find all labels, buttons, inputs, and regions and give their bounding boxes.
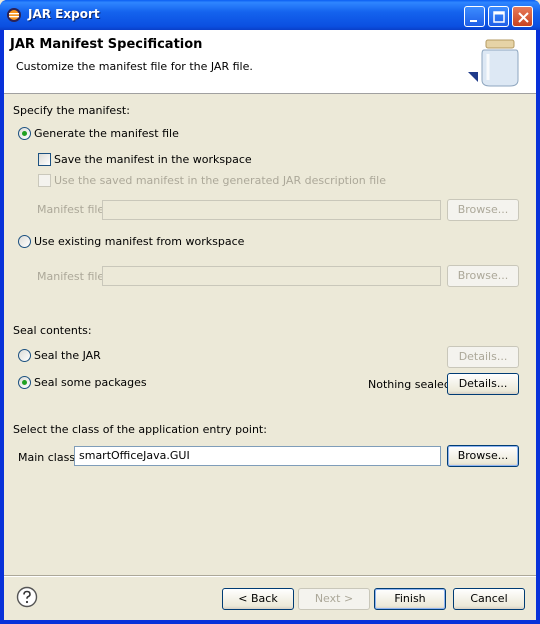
- dialog-client-area: JAR Manifest Specification Customize the…: [4, 30, 536, 620]
- window-title: JAR Export: [28, 7, 100, 21]
- manifest-file-input-2: [102, 266, 441, 286]
- seal-jar-details-button: Details...: [447, 346, 519, 368]
- wizard-content: Specify the manifest: Generate the manif…: [4, 96, 536, 566]
- manifest-file-input-1: [102, 200, 441, 220]
- save-manifest-label[interactable]: Save the manifest in the workspace: [54, 153, 252, 166]
- seal-some-details-button[interactable]: Details...: [447, 373, 519, 395]
- seal-jar-label[interactable]: Seal the JAR: [34, 349, 101, 362]
- browse-button-1: Browse...: [447, 199, 519, 221]
- maximize-button[interactable]: [488, 6, 509, 27]
- next-button: Next >: [298, 588, 370, 610]
- close-icon: [518, 12, 529, 23]
- minimize-button[interactable]: [464, 6, 485, 27]
- page-title: JAR Manifest Specification: [10, 37, 203, 52]
- finish-button[interactable]: Finish: [374, 588, 446, 610]
- existing-manifest-radio[interactable]: [18, 235, 31, 248]
- manifest-file-label-2: Manifest file:: [37, 270, 108, 283]
- footer-separator: [4, 575, 536, 577]
- jar-icon: [468, 39, 519, 87]
- generate-manifest-radio[interactable]: [18, 127, 31, 140]
- manifest-file-label-1: Manifest file:: [37, 203, 108, 216]
- wizard-banner: JAR Manifest Specification Customize the…: [4, 30, 536, 94]
- main-class-label: Main class:: [18, 451, 79, 464]
- seal-status-text: Nothing sealed: [368, 378, 451, 391]
- seal-contents-label: Seal contents:: [13, 324, 92, 337]
- page-description: Customize the manifest file for the JAR …: [16, 60, 253, 73]
- main-class-browse-button[interactable]: Browse...: [447, 445, 519, 467]
- existing-manifest-label[interactable]: Use existing manifest from workspace: [34, 235, 244, 248]
- generate-manifest-label[interactable]: Generate the manifest file: [34, 127, 179, 140]
- help-icon[interactable]: [16, 586, 38, 608]
- close-button[interactable]: [512, 6, 533, 27]
- seal-jar-radio[interactable]: [18, 349, 31, 362]
- main-class-input[interactable]: smartOfficeJava.GUI: [74, 446, 441, 466]
- entry-point-label: Select the class of the application entr…: [13, 423, 267, 436]
- back-button[interactable]: < Back: [222, 588, 294, 610]
- jar-export-window: JAR Export JAR Manifest Specification Cu…: [0, 0, 540, 624]
- browse-button-2: Browse...: [447, 265, 519, 287]
- reuse-manifest-checkbox: [38, 174, 51, 187]
- reuse-manifest-label: Use the saved manifest in the generated …: [54, 174, 386, 187]
- save-manifest-checkbox[interactable]: [38, 153, 51, 166]
- title-bar[interactable]: JAR Export: [0, 0, 540, 30]
- seal-some-radio[interactable]: [18, 376, 31, 389]
- cancel-button[interactable]: Cancel: [453, 588, 525, 610]
- specify-manifest-label: Specify the manifest:: [13, 104, 130, 117]
- eclipse-icon: [7, 8, 21, 22]
- maximize-icon: [493, 11, 505, 23]
- minimize-icon: [470, 20, 477, 22]
- seal-some-label[interactable]: Seal some packages: [34, 376, 147, 389]
